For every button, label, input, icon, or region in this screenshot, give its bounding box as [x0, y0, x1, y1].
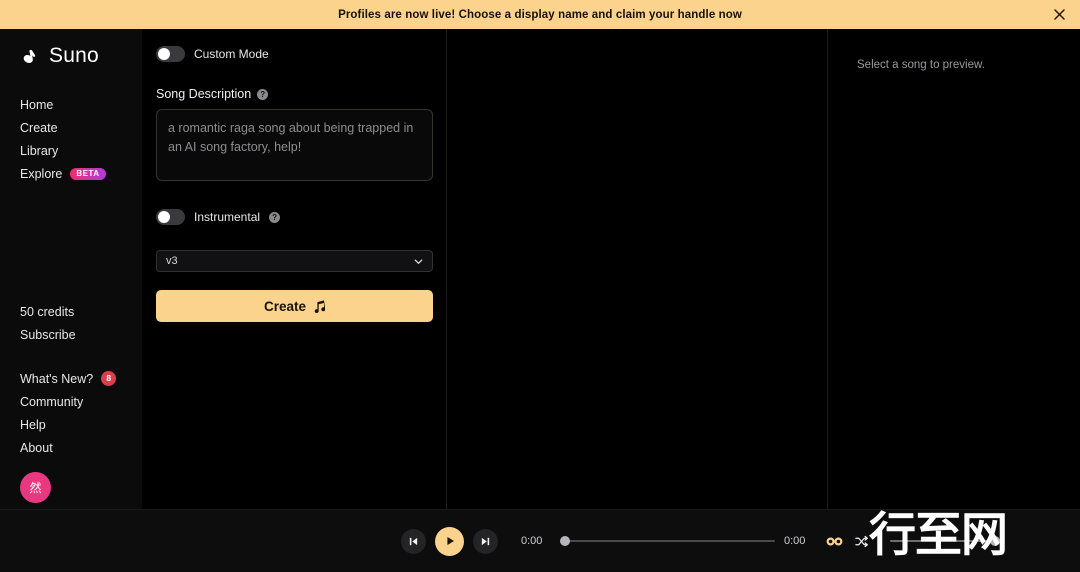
sidebar-item-label: Explore	[20, 166, 63, 181]
avatar[interactable]: 然	[20, 472, 51, 503]
sidebar-item-help[interactable]: Help	[20, 413, 142, 436]
brand-name: Suno	[49, 44, 99, 67]
avatar-wrap: 然	[20, 472, 142, 503]
seek-track	[560, 540, 775, 542]
suno-logo-icon	[23, 49, 36, 63]
toggle-knob	[158, 48, 170, 60]
credits-label: 50 credits	[20, 300, 142, 323]
notification-badge: 8	[101, 371, 117, 386]
chevron-down-icon	[414, 258, 423, 264]
sidebar-item-create[interactable]: Create	[20, 116, 142, 139]
instrumental-row: Instrumental ?	[156, 206, 433, 228]
custom-mode-toggle[interactable]	[156, 46, 185, 62]
version-select[interactable]: v3	[156, 250, 433, 272]
sidebar-item-label: Create	[20, 120, 58, 135]
workspace-panel	[447, 29, 828, 509]
help-icon[interactable]: ?	[257, 88, 269, 100]
song-description-label-row: Song Description ?	[156, 87, 433, 101]
music-note-icon	[314, 299, 326, 313]
shuffle-icon[interactable]	[855, 535, 868, 548]
total-time: 0:00	[784, 535, 806, 547]
sidebar-item-community[interactable]: Community	[20, 390, 142, 413]
volume-track	[890, 540, 1000, 542]
create-button[interactable]: Create	[156, 290, 433, 322]
sidebar-item-label: About	[20, 440, 53, 455]
create-button-label: Create	[263, 298, 307, 314]
preview-empty-message: Select a song to preview.	[857, 59, 985, 71]
infinity-icon[interactable]	[826, 536, 843, 547]
account-nav: 50 credits Subscribe	[20, 300, 142, 346]
player-bar: 0:00 0:00	[0, 509, 1080, 572]
secondary-nav: What's New? 8 Community Help About	[20, 367, 142, 459]
instrumental-toggle[interactable]	[156, 209, 185, 225]
brand-logo[interactable]: Suno	[20, 33, 142, 79]
sidebar-item-library[interactable]: Library	[20, 139, 142, 162]
sidebar: Suno Home Create Library Explore BETA 50…	[0, 29, 142, 509]
sidebar-item-explore[interactable]: Explore BETA	[20, 162, 142, 185]
sidebar-item-label: Home	[20, 97, 54, 112]
help-icon[interactable]: ?	[269, 211, 281, 223]
subscribe-label: Subscribe	[20, 327, 76, 342]
subscribe-link[interactable]: Subscribe	[20, 323, 142, 346]
sidebar-item-label: Community	[20, 394, 84, 409]
transport-controls	[401, 526, 498, 556]
close-icon[interactable]	[1048, 4, 1070, 26]
sidebar-gap-2	[20, 346, 142, 367]
create-panel: Custom Mode Song Description ? Instrumen…	[142, 29, 564, 509]
banner-message: Profiles are now live! Choose a display …	[338, 8, 742, 21]
app-root: Profiles are now live! Choose a display …	[0, 0, 1080, 572]
skip-previous-icon[interactable]	[401, 528, 426, 554]
sidebar-item-label: Help	[20, 417, 46, 432]
custom-mode-label: Custom Mode	[194, 47, 269, 61]
song-description-input[interactable]	[156, 109, 433, 181]
custom-mode-row: Custom Mode	[156, 43, 433, 65]
toggle-knob	[158, 211, 170, 223]
credits-value: 50 credits	[20, 304, 75, 319]
instrumental-label: Instrumental	[194, 210, 261, 224]
play-icon[interactable]	[435, 526, 464, 556]
seek-slider[interactable]	[560, 533, 775, 549]
version-value: v3	[166, 255, 178, 267]
seek-knob[interactable]	[560, 536, 570, 546]
song-description-label: Song Description	[156, 87, 252, 101]
sidebar-item-home[interactable]: Home	[20, 93, 142, 116]
elapsed-time: 0:00	[521, 535, 543, 547]
sidebar-item-label: Library	[20, 143, 59, 158]
skip-next-icon[interactable]	[473, 528, 498, 554]
volume-slider[interactable]	[890, 533, 1000, 549]
volume-knob[interactable]	[990, 536, 1000, 546]
announcement-banner: Profiles are now live! Choose a display …	[0, 0, 1080, 29]
preview-panel: Select a song to preview.	[828, 29, 1080, 509]
sidebar-item-label: What's New?	[20, 371, 94, 386]
beta-badge: BETA	[70, 167, 106, 180]
sidebar-item-about[interactable]: About	[20, 436, 142, 459]
primary-nav: Home Create Library Explore BETA	[20, 93, 142, 185]
sidebar-item-whats-new[interactable]: What's New? 8	[20, 367, 142, 390]
